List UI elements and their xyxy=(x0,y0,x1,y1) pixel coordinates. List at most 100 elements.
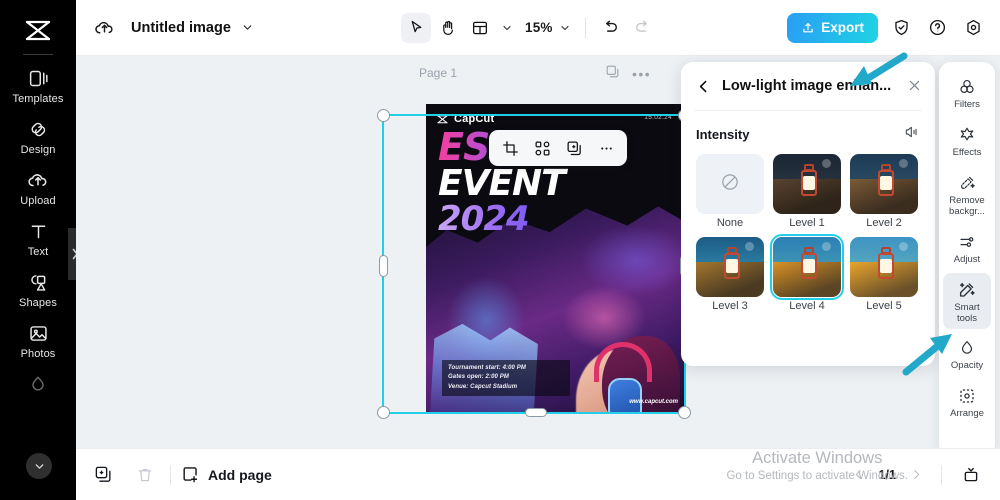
page-label: Page 1 xyxy=(419,66,458,80)
poster-headline-3: 2024 xyxy=(438,199,530,239)
sidebar-item-templates[interactable]: Templates xyxy=(2,59,74,110)
sidebar-item-label: Upload xyxy=(20,195,56,207)
shapes-icon xyxy=(28,270,49,294)
right-item-filters[interactable]: Filters xyxy=(943,70,991,116)
sidebar-item-partial[interactable] xyxy=(2,365,74,401)
select-tool-button[interactable] xyxy=(401,12,431,43)
chevron-down-icon[interactable] xyxy=(241,21,254,34)
right-item-arrange[interactable]: Arrange xyxy=(943,379,991,425)
poster-date: 15.02.24 xyxy=(644,114,672,121)
sidebar-item-text[interactable]: Text xyxy=(2,212,74,263)
sidebar-item-label: Design xyxy=(20,144,56,156)
fit-screen-button[interactable] xyxy=(956,460,986,490)
layout-tool-button[interactable] xyxy=(465,13,495,43)
sidebar-item-upload[interactable]: Upload xyxy=(2,161,74,212)
smart-tools-wand-icon xyxy=(958,279,976,301)
document-title[interactable]: Untitled image xyxy=(131,20,231,36)
intensity-option-level-4[interactable]: Level 4 xyxy=(769,233,845,312)
intensity-option-label: Level 3 xyxy=(712,300,748,312)
right-item-label: Remove backgr... xyxy=(949,194,985,217)
intensity-option-label: Level 5 xyxy=(866,300,902,312)
intensity-option-label: Level 1 xyxy=(789,217,825,229)
sidebar-item-design[interactable]: Design xyxy=(2,110,74,161)
page-navigation: 1/1 xyxy=(848,460,986,490)
poster-details-box: Tournament start: 4:00 PM Gates open: 2:… xyxy=(442,360,570,396)
delete-button[interactable] xyxy=(130,460,160,490)
layout-caret-icon[interactable] xyxy=(497,14,517,42)
resize-handle-middle-left[interactable] xyxy=(379,255,388,277)
zoom-caret-icon[interactable] xyxy=(555,14,575,42)
bottom-toolbar: Add page 1/1 xyxy=(76,448,1000,500)
effect-panel-header: Low-light image enhan... xyxy=(681,62,935,110)
crop-button[interactable] xyxy=(495,134,525,162)
page-indicator: 1/1 xyxy=(878,467,896,482)
more-button[interactable] xyxy=(591,134,621,162)
poster-detail-line: Tournament start: 4:00 PM xyxy=(448,365,526,371)
duplicate-button[interactable] xyxy=(559,134,589,162)
add-page-plus-icon xyxy=(181,465,200,484)
sidebar-item-label: Text xyxy=(27,246,49,258)
remove-bg-wand-icon xyxy=(958,172,976,194)
intensity-option-label: Level 4 xyxy=(789,300,825,312)
undo-button[interactable] xyxy=(596,13,626,43)
templates-icon xyxy=(28,66,49,90)
page-more-icon[interactable]: ••• xyxy=(632,66,651,82)
right-item-effects[interactable]: Effects xyxy=(943,118,991,164)
next-page-button[interactable] xyxy=(905,464,927,486)
settings-gear-icon[interactable] xyxy=(960,15,986,41)
sidebar-more-button[interactable] xyxy=(26,453,52,479)
intensity-option-level-5[interactable]: Level 5 xyxy=(850,237,918,312)
right-item-opacity[interactable]: Opacity xyxy=(943,331,991,377)
right-item-label: Filters xyxy=(954,99,980,110)
left-sidebar: Templates Design Upload Text Shapes Phot… xyxy=(0,0,82,500)
intensity-option-level-3[interactable]: Level 3 xyxy=(696,237,764,312)
topbar-right-group: Export xyxy=(787,12,986,43)
right-item-label: Smart tools xyxy=(954,301,980,324)
sidebar-item-shapes[interactable]: Shapes xyxy=(2,263,74,314)
color-drop-icon xyxy=(28,372,48,396)
resize-handle-bottom-left[interactable] xyxy=(377,406,390,419)
help-question-icon[interactable] xyxy=(924,15,950,41)
bottom-divider xyxy=(170,464,171,485)
hand-tool-button[interactable] xyxy=(433,13,463,43)
poster-url: www.capcut.com xyxy=(629,399,678,405)
intensity-option-label: Level 2 xyxy=(866,217,902,229)
top-toolbar: Untitled image 15% Export xyxy=(76,0,1000,56)
right-sidebar: Filters Effects Remove backgr... Adjust … xyxy=(939,62,995,456)
prev-page-button[interactable] xyxy=(848,464,870,486)
sidebar-item-label: Photos xyxy=(20,348,56,360)
shield-check-icon[interactable] xyxy=(888,15,914,41)
right-item-remove-background[interactable]: Remove backgr... xyxy=(943,166,991,223)
redo-button[interactable] xyxy=(628,13,658,43)
poster-headline-2: EVENT xyxy=(438,163,566,204)
capcut-logo-icon[interactable] xyxy=(18,14,58,48)
intensity-thumbnail xyxy=(696,154,764,214)
export-upload-icon xyxy=(801,21,815,35)
intensity-option-none[interactable]: None xyxy=(696,154,764,229)
lantern-preview xyxy=(850,154,918,214)
upload-cloud-icon xyxy=(27,168,49,192)
design-icon xyxy=(28,117,49,141)
sidebar-item-photos[interactable]: Photos xyxy=(2,314,74,365)
export-label: Export xyxy=(821,20,864,35)
right-item-smart-tools[interactable]: Smart tools xyxy=(943,272,991,330)
intensity-row: Intensity xyxy=(681,111,935,154)
intensity-option-level-2[interactable]: Level 2 xyxy=(850,154,918,229)
compare-toggle-icon[interactable] xyxy=(904,124,920,145)
add-page-button[interactable]: Add page xyxy=(181,465,272,484)
bottom-divider-2 xyxy=(941,464,942,485)
replace-button[interactable] xyxy=(527,134,557,162)
cloud-upload-icon[interactable] xyxy=(94,17,115,38)
export-button[interactable]: Export xyxy=(787,12,878,43)
toolbar-divider xyxy=(584,17,586,38)
close-x-icon[interactable] xyxy=(907,78,922,98)
lantern-preview xyxy=(773,237,841,297)
resize-handle-top-left[interactable] xyxy=(377,109,390,122)
duplicate-page-icon[interactable] xyxy=(605,64,620,84)
chevron-left-icon[interactable] xyxy=(695,78,712,95)
right-item-label: Effects xyxy=(952,146,982,158)
zoom-level-value[interactable]: 15% xyxy=(525,20,553,35)
right-item-adjust[interactable]: Adjust xyxy=(943,225,991,271)
duplicate-page-icon[interactable] xyxy=(88,460,118,490)
intensity-option-level-1[interactable]: Level 1 xyxy=(773,154,841,229)
